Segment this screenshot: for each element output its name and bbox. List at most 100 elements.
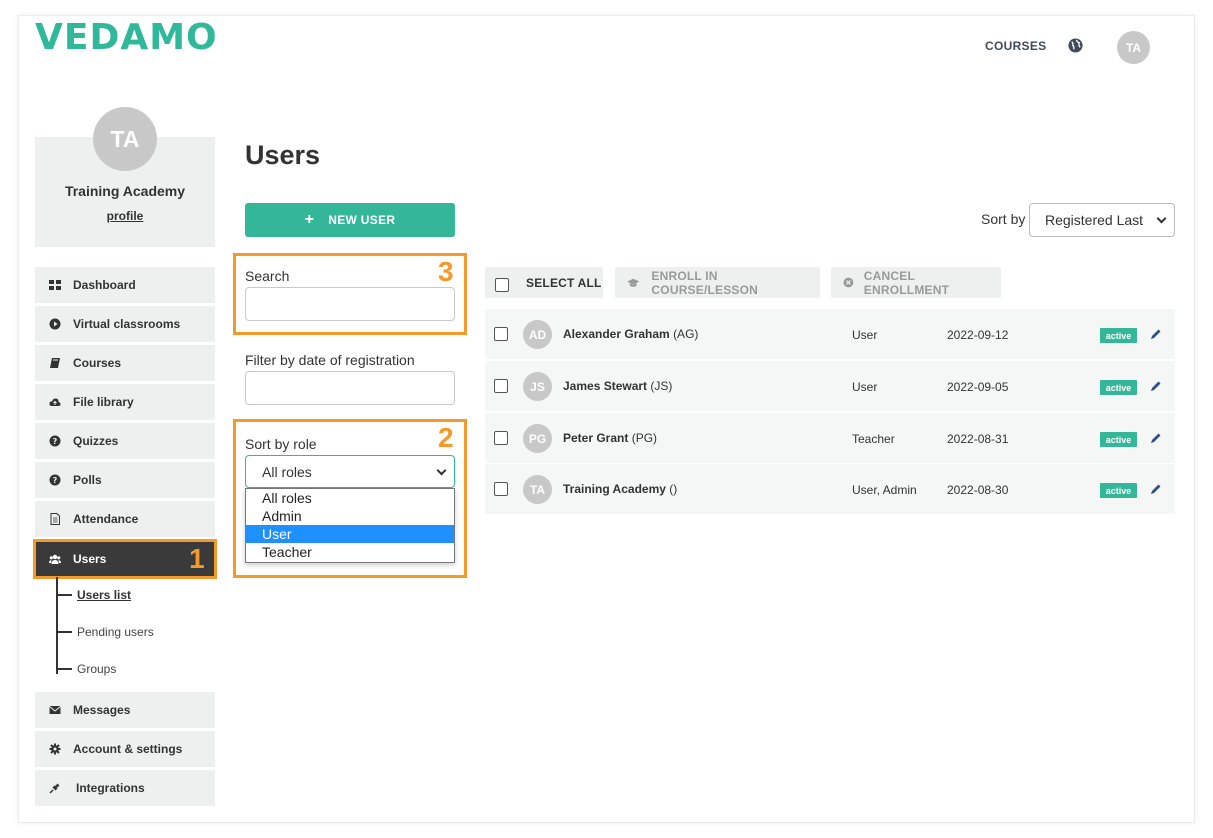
sort-by-value: Registered Last: [1045, 212, 1144, 228]
plus-icon: +: [304, 211, 315, 228]
sidebar-item-account-settings[interactable]: Account & settings: [35, 731, 215, 767]
registration-date: 2022-09-12: [947, 328, 1009, 342]
select-all-checkbox[interactable]: [495, 277, 509, 292]
sidebar-item-label: Quizzes: [73, 434, 119, 448]
avatar: JS: [523, 372, 552, 401]
registration-date: 2022-08-30: [947, 483, 1009, 497]
status-badge: active: [1100, 432, 1137, 447]
sidebar-item-attendance[interactable]: Attendance: [35, 501, 215, 537]
sort-role-value: All roles: [262, 463, 312, 480]
sidebar-item-virtual-classrooms[interactable]: Virtual classrooms: [35, 306, 215, 342]
sort-role-select[interactable]: All roles: [245, 455, 455, 488]
cancel-enrollment-button[interactable]: CANCEL ENROLLMENT: [831, 267, 1001, 298]
table-row: JS James Stewart (JS) User 2022-09-05 ac…: [485, 361, 1175, 412]
role-dropdown-list: All roles Admin User Teacher: [245, 488, 455, 563]
pencil-icon[interactable]: [1149, 379, 1163, 393]
row-checkbox[interactable]: [494, 327, 508, 341]
select-all-label: SELECT ALL: [526, 275, 602, 290]
avatar: TA: [523, 475, 552, 504]
enroll-button[interactable]: ENROLL IN COURSE/LESSON: [615, 267, 820, 298]
row-checkbox[interactable]: [494, 431, 508, 445]
sidebar-item-label: Messages: [73, 703, 131, 717]
user-name[interactable]: Alexander Graham (AG): [563, 327, 698, 341]
user-name[interactable]: James Stewart (JS): [563, 379, 672, 393]
user-name[interactable]: Training Academy (): [563, 482, 677, 496]
select-all-button[interactable]: SELECT ALL: [485, 267, 603, 298]
pencil-icon[interactable]: [1149, 482, 1163, 496]
sidebar-subitem-pending-users[interactable]: Pending users: [56, 625, 154, 639]
callout-number-1: 1: [189, 543, 205, 574]
question-icon: ?: [49, 435, 61, 447]
table-row: AD Alexander Graham (AG) User 2022-09-12…: [485, 309, 1175, 360]
callout-number-3: 3: [438, 256, 454, 287]
row-checkbox[interactable]: [494, 379, 508, 393]
pencil-icon[interactable]: [1149, 327, 1163, 341]
dashboard-icon: [49, 280, 61, 290]
cancel-circle-icon: [843, 277, 854, 288]
sidebar-item-label: Polls: [73, 473, 102, 487]
user-role: Teacher: [852, 432, 895, 446]
profile-avatar: TA: [93, 107, 157, 171]
graduation-cap-icon: [627, 278, 640, 287]
page-title: Users: [245, 140, 321, 170]
status-badge: active: [1100, 483, 1137, 498]
sidebar-subitem-groups[interactable]: Groups: [56, 662, 116, 676]
header-avatar[interactable]: TA: [1117, 31, 1150, 64]
sidebar-item-courses[interactable]: Courses: [35, 345, 215, 381]
role-option-user[interactable]: User: [246, 525, 454, 543]
avatar: PG: [523, 424, 552, 453]
user-name[interactable]: Peter Grant (PG): [563, 431, 657, 445]
registration-date-input[interactable]: [245, 371, 455, 405]
user-role: User: [852, 380, 878, 394]
sidebar-item-label: Virtual classrooms: [73, 317, 181, 331]
sidebar-subitem-users-list[interactable]: Users list: [56, 588, 131, 602]
plug-icon: [49, 783, 60, 794]
book-icon: [50, 358, 60, 368]
sidebar-item-messages[interactable]: Messages: [35, 692, 215, 728]
callout-number-2: 2: [438, 422, 454, 453]
globe-icon[interactable]: [1068, 38, 1083, 53]
avatar: AD: [523, 320, 552, 349]
sidebar-item-file-library[interactable]: File library: [35, 384, 215, 420]
sidebar-item-dashboard[interactable]: Dashboard: [35, 267, 215, 303]
search-label: Search: [245, 268, 290, 284]
cancel-label: CANCEL ENROLLMENT: [863, 268, 950, 297]
users-icon: [49, 554, 61, 564]
sort-role-label: Sort by role: [245, 436, 317, 452]
chevron-down-icon: [436, 465, 447, 476]
sidebar-subitem-label: Groups: [77, 662, 117, 676]
table-row: PG Peter Grant (PG) Teacher 2022-08-31 a…: [485, 413, 1175, 464]
user-role: User, Admin: [852, 483, 917, 497]
filter-date-label: Filter by date of registration: [245, 352, 415, 368]
profile-name: Training Academy: [64, 183, 186, 199]
sidebar-subitem-label: Pending users: [77, 625, 154, 639]
vedamo-logo[interactable]: VEDAMO: [35, 20, 218, 56]
sidebar-item-polls[interactable]: ? Polls: [35, 462, 215, 498]
sidebar-item-integrations[interactable]: Integrations: [35, 770, 215, 806]
nav-courses-link[interactable]: COURSES: [985, 39, 1046, 53]
sidebar-item-quizzes[interactable]: ? Quizzes: [35, 423, 215, 459]
role-option-teacher[interactable]: Teacher: [246, 543, 454, 561]
document-icon: [50, 513, 60, 525]
search-input[interactable]: [245, 287, 455, 321]
question-icon: ?: [49, 474, 61, 486]
sidebar-item-label: Integrations: [76, 781, 145, 795]
enroll-label: ENROLL IN COURSE/LESSON: [651, 268, 759, 297]
sidebar-item-label: Attendance: [73, 512, 139, 526]
role-option-admin[interactable]: Admin: [246, 507, 454, 525]
cloud-upload-icon: [49, 398, 61, 406]
pencil-icon[interactable]: [1149, 431, 1163, 445]
role-option-all[interactable]: All roles: [246, 489, 454, 507]
profile-link[interactable]: profile: [35, 209, 215, 223]
sidebar-item-label: Dashboard: [73, 278, 136, 292]
sidebar-item-users[interactable]: Users: [33, 539, 217, 579]
user-role: User: [852, 328, 878, 342]
registration-date: 2022-08-31: [947, 432, 1009, 446]
sort-by-select[interactable]: Registered Last: [1029, 203, 1175, 237]
gear-icon: [49, 743, 61, 755]
row-checkbox[interactable]: [494, 482, 508, 496]
sidebar-item-label: Users: [73, 552, 107, 566]
status-badge: active: [1100, 380, 1137, 395]
new-user-button[interactable]: + NEW USER: [245, 203, 455, 237]
table-row: TA Training Academy () User, Admin 2022-…: [485, 464, 1175, 515]
